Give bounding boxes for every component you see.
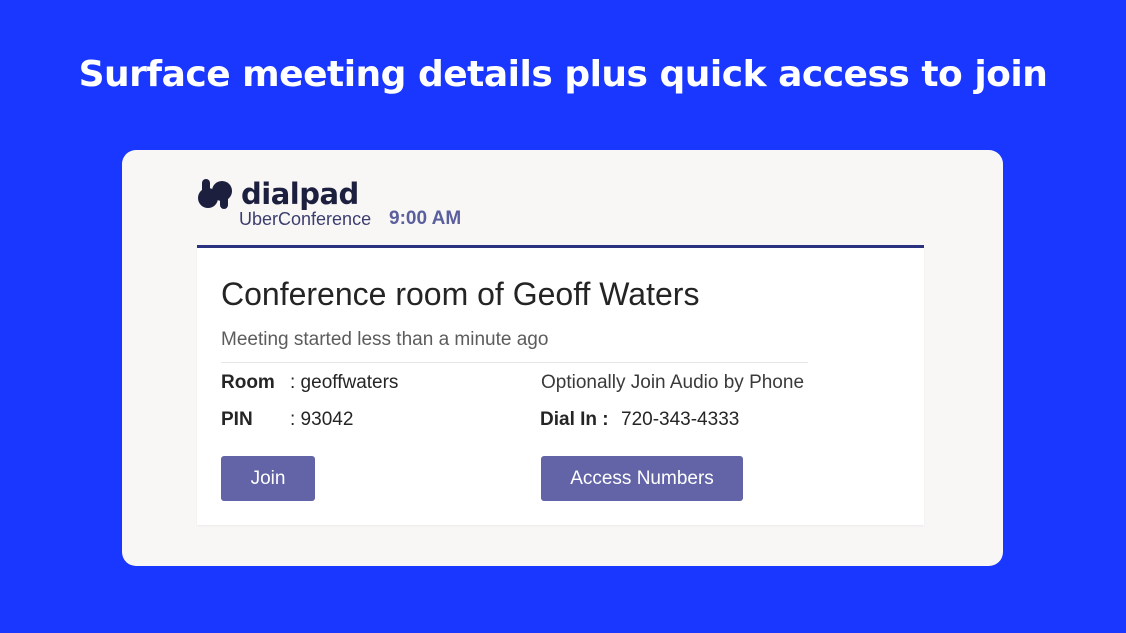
- access-numbers-button[interactable]: Access Numbers: [541, 456, 743, 501]
- sub-brand: UberConference: [239, 209, 372, 229]
- audio-note: Optionally Join Audio by Phone: [541, 372, 805, 393]
- divider: [221, 362, 808, 363]
- pin-label: PIN: [221, 409, 253, 430]
- dial-in-label: Dial In :: [540, 409, 609, 430]
- pin-value: : 93042: [290, 409, 354, 430]
- page-headline: Surface meeting details plus quick acces…: [78, 54, 1048, 95]
- meeting-card: dialpad UberConference 9:00 AM Conferenc…: [122, 150, 1003, 566]
- dialpad-logo-icon: [198, 179, 232, 209]
- dialpad-logo: dialpad: [197, 177, 359, 211]
- join-button[interactable]: Join: [221, 456, 315, 501]
- dial-in-number: 720-343-4333: [621, 409, 740, 430]
- room-label: Room: [221, 372, 275, 393]
- meeting-time: 9:00 AM: [389, 208, 462, 229]
- meeting-title: Conference room of Geoff Waters: [221, 276, 700, 312]
- meeting-details-panel: Conference room of Geoff Waters Meeting …: [197, 245, 924, 525]
- room-value: : geoffwaters: [290, 372, 399, 393]
- logo-wordmark: dialpad: [241, 177, 359, 211]
- meeting-status: Meeting started less than a minute ago: [221, 329, 549, 350]
